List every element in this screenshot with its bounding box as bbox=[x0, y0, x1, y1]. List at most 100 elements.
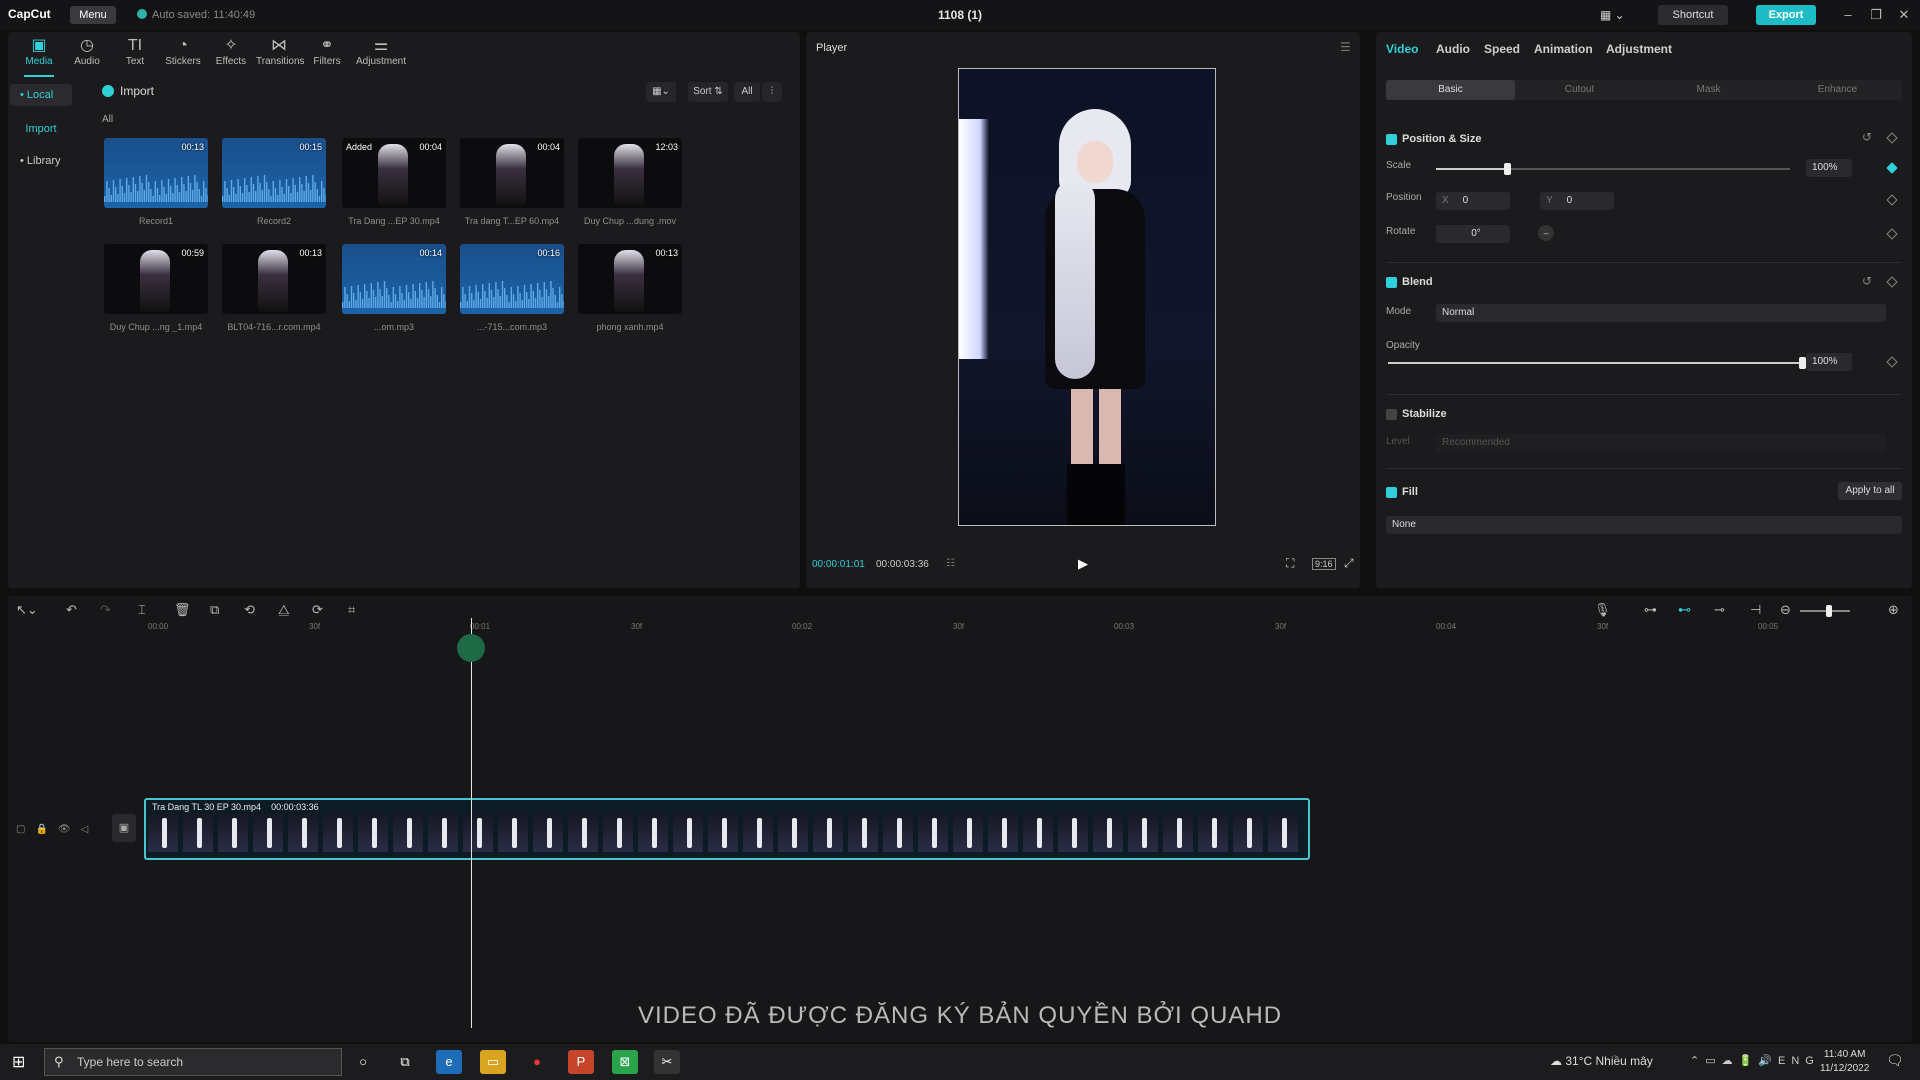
rotate-field[interactable]: 0° bbox=[1436, 225, 1510, 243]
view-toggle-icon[interactable]: ▦⌄ bbox=[646, 82, 676, 102]
export-button[interactable]: Export bbox=[1756, 5, 1816, 25]
tab-speed[interactable]: Speed bbox=[1484, 42, 1520, 56]
green-app-icon[interactable]: ⊠ bbox=[612, 1050, 638, 1074]
media-thumbnail[interactable]: 00:13 bbox=[578, 244, 682, 314]
minimize-icon[interactable]: – bbox=[1838, 7, 1858, 22]
cortana-icon[interactable]: ○ bbox=[350, 1050, 376, 1074]
opacity-keyframe-icon[interactable] bbox=[1886, 356, 1898, 368]
edge-icon[interactable]: e bbox=[436, 1050, 462, 1074]
snap-icon[interactable]: ⊸ bbox=[1714, 602, 1725, 618]
position-size-checkbox[interactable] bbox=[1386, 134, 1397, 145]
opacity-slider[interactable] bbox=[1388, 357, 1806, 369]
scale-knob[interactable] bbox=[1503, 163, 1511, 175]
opacity-field[interactable]: 100% bbox=[1806, 353, 1852, 371]
player-menu-icon[interactable]: ☰ bbox=[1340, 40, 1351, 54]
sidebar-item-library[interactable]: • Library bbox=[10, 150, 72, 172]
tab-video[interactable]: Video bbox=[1386, 42, 1418, 56]
media-thumbnail[interactable]: 00:14 bbox=[342, 244, 446, 314]
close-icon[interactable]: ✕ bbox=[1894, 7, 1914, 23]
timeline-list-icon[interactable]: ☷ bbox=[946, 558, 955, 569]
notification-icon[interactable]: 🗨 bbox=[1886, 1052, 1904, 1069]
filter-icon[interactable]: ⫶ bbox=[762, 82, 782, 102]
toolbar-effects[interactable]: ✧ Effects bbox=[208, 36, 254, 67]
magnet-icon[interactable]: ⊷ bbox=[1678, 602, 1691, 618]
delete-icon[interactable]: 🗑 bbox=[174, 602, 191, 618]
track-controls-icon[interactable]: ▢🔒👁◁ bbox=[16, 824, 98, 835]
restore-icon[interactable]: ❐ bbox=[1866, 7, 1886, 23]
toolbar-stickers[interactable]: ◔ Stickers bbox=[160, 36, 206, 67]
toolbar-filters[interactable]: ⚭ Filters bbox=[304, 36, 350, 67]
redo-icon[interactable]: ↷ bbox=[100, 602, 111, 618]
player-preview[interactable] bbox=[958, 68, 1216, 526]
toolbar-audio[interactable]: ◷ Audio bbox=[64, 36, 110, 67]
position-keyframe-icon[interactable] bbox=[1886, 194, 1898, 206]
scale-keyframe-icon[interactable] bbox=[1886, 162, 1898, 174]
playhead[interactable] bbox=[471, 618, 472, 1028]
ratio-button[interactable]: 9:16 bbox=[1312, 558, 1336, 570]
powerpoint-icon[interactable]: P bbox=[568, 1050, 594, 1074]
file-explorer-icon[interactable]: ▭ bbox=[480, 1050, 506, 1074]
subtab-enhance[interactable]: Enhance bbox=[1773, 80, 1902, 100]
stabilize-checkbox[interactable] bbox=[1386, 409, 1397, 420]
split-icon[interactable]: ⌶ bbox=[138, 602, 146, 618]
subtab-cutout[interactable]: Cutout bbox=[1515, 80, 1644, 100]
video-clip[interactable]: Tra Dang TL 30 EP 30.mp4 00:00:03:36 bbox=[144, 798, 1310, 860]
blend-checkbox[interactable] bbox=[1386, 277, 1397, 288]
apply-to-all-button[interactable]: Apply to all bbox=[1838, 482, 1902, 500]
link-icon[interactable]: ⊶ bbox=[1644, 602, 1657, 618]
tab-adjustment[interactable]: Adjustment bbox=[1606, 42, 1672, 56]
rotate-keyframe-icon[interactable] bbox=[1886, 228, 1898, 240]
playhead-handle[interactable] bbox=[457, 634, 485, 662]
media-thumbnail[interactable]: 00:16 bbox=[460, 244, 564, 314]
layout-icon[interactable]: ▦ ⌄ bbox=[1600, 8, 1625, 22]
subtab-basic[interactable]: Basic bbox=[1386, 80, 1515, 100]
blend-reset-icon[interactable]: ↺ bbox=[1862, 274, 1872, 288]
system-tray-icons[interactable]: ⌃▭☁🔋🔊ENG bbox=[1690, 1054, 1820, 1067]
undo-icon[interactable]: ↶ bbox=[66, 602, 77, 618]
zoom-out-icon[interactable]: ⊖ bbox=[1780, 602, 1791, 618]
all-filter-button[interactable]: All bbox=[734, 82, 760, 102]
crop-icon[interactable]: ⌗ bbox=[348, 602, 355, 618]
cover-icon[interactable]: ▣ bbox=[112, 814, 136, 842]
toolbar-adjustment[interactable]: ⚌ Adjustment bbox=[352, 36, 410, 67]
weather-widget[interactable]: ☁ 31°C Nhiều mây bbox=[1550, 1054, 1653, 1068]
record-icon[interactable]: ● bbox=[524, 1050, 550, 1074]
media-thumbnail[interactable]: 00:15 bbox=[222, 138, 326, 208]
freeze-icon[interactable]: ⧉ bbox=[210, 602, 219, 618]
tab-animation[interactable]: Animation bbox=[1534, 42, 1593, 56]
zoom-knob[interactable] bbox=[1826, 605, 1832, 617]
scale-slider[interactable] bbox=[1436, 163, 1790, 175]
mirror-icon[interactable]: ⧋ bbox=[278, 602, 290, 618]
media-thumbnail[interactable]: 00:13 bbox=[104, 138, 208, 208]
reset-icon[interactable]: ↺ bbox=[1862, 130, 1872, 144]
subtab-mask[interactable]: Mask bbox=[1644, 80, 1773, 100]
toolbar-media[interactable]: ▣ Media bbox=[16, 36, 62, 77]
sidebar-item-local[interactable]: • Local bbox=[10, 84, 72, 106]
media-thumbnail[interactable]: 00:04 Added bbox=[342, 138, 446, 208]
sort-button[interactable]: Sort ⇅ bbox=[688, 82, 728, 102]
expand-icon[interactable]: ⤢ bbox=[1344, 556, 1354, 571]
tab-audio[interactable]: Audio bbox=[1436, 42, 1470, 56]
taskbar-search-input[interactable]: Type here to search bbox=[44, 1048, 342, 1076]
opacity-knob[interactable] bbox=[1799, 357, 1806, 369]
mode-select[interactable]: Normal bbox=[1436, 304, 1886, 322]
fullscreen-frame-icon[interactable]: ⛶ bbox=[1286, 556, 1294, 571]
media-thumbnail[interactable]: 00:59 bbox=[104, 244, 208, 314]
rotate-dial-icon[interactable]: – bbox=[1538, 225, 1554, 241]
media-thumbnail[interactable]: 00:04 bbox=[460, 138, 564, 208]
zoom-slider[interactable] bbox=[1800, 605, 1850, 617]
sidebar-item-import[interactable]: Import bbox=[10, 118, 72, 140]
media-thumbnail[interactable]: 12:03 bbox=[578, 138, 682, 208]
preview-axis-icon[interactable]: ⊣ bbox=[1750, 602, 1761, 618]
shortcut-button[interactable]: Shortcut bbox=[1658, 5, 1728, 25]
toolbar-text[interactable]: TI Text bbox=[112, 36, 158, 67]
position-y-field[interactable]: Y 0 bbox=[1540, 192, 1614, 210]
toolbar-transitions[interactable]: ⋈ Transitions bbox=[256, 36, 305, 67]
position-x-field[interactable]: X 0 bbox=[1436, 192, 1510, 210]
zoom-in-icon[interactable]: ⊕ bbox=[1888, 602, 1899, 618]
taskbar-clock[interactable]: 11:40 AM 11/12/2022 bbox=[1820, 1048, 1869, 1076]
select-tool-icon[interactable]: ↖⌄ bbox=[16, 602, 38, 618]
fill-select[interactable]: None bbox=[1386, 516, 1902, 534]
keyframe-icon[interactable] bbox=[1886, 132, 1898, 144]
rotate-icon[interactable]: ⟳ bbox=[312, 602, 323, 618]
